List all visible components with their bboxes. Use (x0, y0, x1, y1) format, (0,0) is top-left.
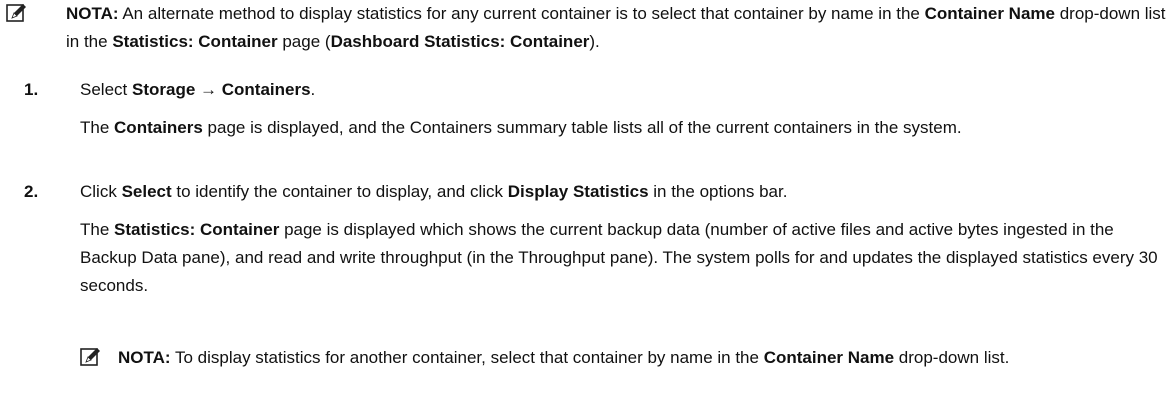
ui-term: Display Statistics (507, 182, 649, 201)
note-text-segment: ). (589, 32, 600, 51)
ui-term: Container Name (924, 4, 1055, 23)
menu-arrow: → (195, 80, 222, 99)
step-action: Select Storage → Containers. (80, 76, 1164, 104)
note-text-segment: An alternate method to display statistic… (118, 4, 925, 23)
ui-term: Containers (114, 118, 203, 137)
step-text-segment: The (80, 220, 115, 239)
ui-term: Container Name (763, 348, 895, 367)
ui-term: Storage (131, 80, 196, 99)
step-number: 1. (24, 80, 39, 99)
note-text-segment: drop-down list. (894, 348, 1010, 367)
step-description: The Containers page is displayed, and th… (80, 114, 1164, 142)
step-action: Click Select to identify the container t… (80, 178, 1164, 206)
step-text-segment: Select (80, 80, 132, 99)
step-text-segment: in the options bar. (648, 182, 788, 201)
note-top-text: NOTA: An alternate method to display sta… (36, 0, 1166, 56)
step-description: The Statistics: Container page is displa… (80, 216, 1164, 300)
ui-term: Statistics: Container (112, 32, 278, 51)
note-text-segment: page ( (277, 32, 331, 51)
ui-term: Dashboard Statistics: Container (330, 32, 590, 51)
step-1: 1. Select Storage → Containers. The Cont… (24, 76, 1164, 142)
note-label: NOTA: (66, 4, 119, 23)
step-text-segment: . (310, 80, 316, 99)
note-label: NOTA: (118, 348, 171, 367)
step-2: 2. Click Select to identify the containe… (24, 178, 1164, 300)
step-text-segment: Click (80, 182, 122, 201)
note-text-segment: To display statistics for another contai… (170, 348, 764, 367)
step-number: 2. (24, 182, 39, 201)
step-text-segment: to identify the container to display, an… (171, 182, 508, 201)
step-text-segment: page is displayed, and the Containers su… (202, 118, 962, 137)
note-bottom-text: NOTA: To display statistics for another … (110, 344, 1160, 374)
note-pencil-icon (6, 0, 36, 30)
ui-term: Select (121, 182, 172, 201)
step-text-segment: The (80, 118, 115, 137)
note-bottom: NOTA: To display statistics for another … (80, 344, 1160, 374)
note-pencil-icon (80, 344, 110, 374)
note-top: NOTA: An alternate method to display sta… (6, 0, 1166, 56)
ui-term: Statistics: Container (114, 220, 280, 239)
ui-term: Containers (221, 80, 311, 99)
